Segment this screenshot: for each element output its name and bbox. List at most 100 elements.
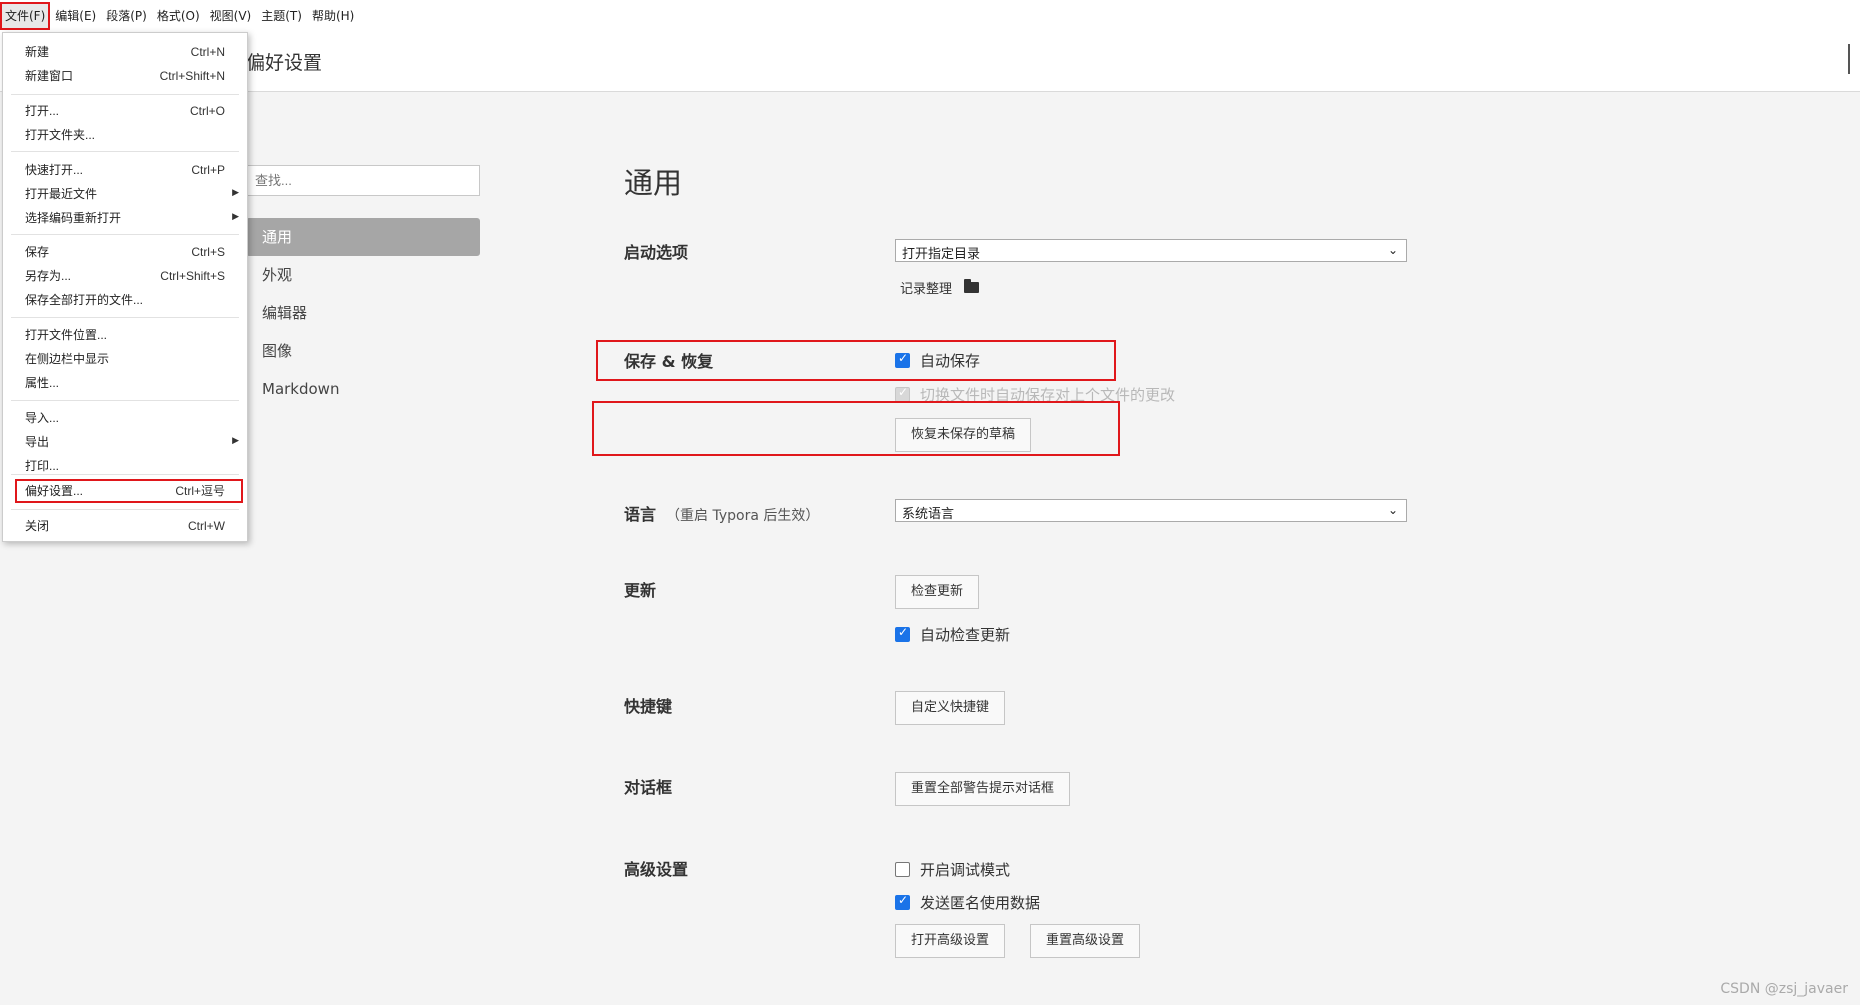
menu-help[interactable]: 帮助(H) bbox=[307, 2, 359, 30]
menu-item-label: 另存为... bbox=[25, 269, 72, 283]
menu-item-shortcut: Ctrl+O bbox=[189, 104, 225, 118]
menu-item-shortcut: Ctrl+Shift+S bbox=[160, 269, 225, 283]
sidebar-item-image[interactable]: 图像 bbox=[246, 332, 480, 370]
sidebar-item-general[interactable]: 通用 bbox=[246, 218, 480, 256]
menu-item-import[interactable]: 导入... bbox=[25, 407, 225, 429]
menu-item-label: 导出 bbox=[25, 435, 50, 449]
menu-item-close[interactable]: 关闭 Ctrl+W bbox=[25, 515, 225, 537]
watermark: CSDN @zsj_javaer bbox=[1720, 981, 1848, 997]
checkbox-checked-icon bbox=[895, 893, 910, 910]
menu-item-open-folder[interactable]: 打开文件夹... bbox=[25, 124, 225, 146]
search-input[interactable] bbox=[246, 165, 480, 196]
language-note: （重启 Typora 后生效） bbox=[666, 508, 820, 524]
menu-separator bbox=[11, 509, 239, 510]
startup-select-value: 打开指定目录 bbox=[902, 247, 981, 262]
anon-data-label: 发送匿名使用数据 bbox=[920, 894, 1041, 912]
menu-item-label: 导入... bbox=[25, 411, 60, 425]
menu-item-shortcut: Ctrl+Shift+N bbox=[159, 69, 225, 83]
debug-mode-label: 开启调试模式 bbox=[920, 861, 1011, 879]
menu-item-label: 新建 bbox=[25, 45, 50, 59]
sidebar-item-markdown[interactable]: Markdown bbox=[246, 370, 480, 408]
menu-item-shortcut: Ctrl+S bbox=[191, 245, 225, 259]
menu-theme[interactable]: 主题(T) bbox=[256, 2, 307, 30]
menu-edit[interactable]: 编辑(E) bbox=[50, 2, 101, 30]
auto-check-update-checkbox[interactable]: 自动检查更新 bbox=[895, 624, 1010, 645]
menu-item-label: 打开文件夹... bbox=[25, 128, 96, 142]
annotation-box-restore bbox=[592, 401, 1120, 456]
menu-item-shortcut: Ctrl+P bbox=[191, 163, 225, 177]
language-select[interactable]: 系统语言 ⌄ bbox=[895, 499, 1407, 522]
anon-data-checkbox[interactable]: 发送匿名使用数据 bbox=[895, 892, 1040, 913]
menu-file[interactable]: 文件(F) bbox=[0, 2, 51, 30]
menu-item-reopen-encoding[interactable]: 选择编码重新打开 bbox=[25, 207, 225, 229]
menu-item-label: 打开最近文件 bbox=[25, 187, 98, 201]
startup-select[interactable]: 打开指定目录 ⌄ bbox=[895, 239, 1407, 262]
sidebar-item-appearance[interactable]: 外观 bbox=[246, 256, 480, 294]
reset-advanced-button[interactable]: 重置高级设置 bbox=[1030, 924, 1141, 958]
menu-item-label: 在侧边栏中显示 bbox=[25, 352, 110, 366]
menu-item-open-location[interactable]: 打开文件位置... bbox=[25, 324, 225, 346]
startup-directory[interactable]: 记录整理 bbox=[900, 278, 980, 297]
menu-item-label: 保存全部打开的文件... bbox=[25, 293, 144, 307]
dialogs-label: 对话框 bbox=[624, 778, 673, 797]
settings-content: 通用 启动选项 打开指定目录 ⌄ 记录整理 保存 & 恢复 自动保存 切换文件时… bbox=[592, 0, 1824, 1005]
menu-item-properties[interactable]: 属性... bbox=[25, 372, 225, 394]
menu-item-label: 保存 bbox=[25, 245, 50, 259]
menu-item-recent-files[interactable]: 打开最近文件 bbox=[25, 183, 225, 205]
menu-item-shortcut: Ctrl+N bbox=[190, 45, 225, 59]
window-edge-bar bbox=[1848, 44, 1850, 74]
check-update-button[interactable]: 检查更新 bbox=[895, 575, 980, 609]
folder-icon[interactable] bbox=[964, 279, 980, 293]
chevron-down-icon: ⌄ bbox=[1387, 503, 1398, 517]
menu-format[interactable]: 格式(O) bbox=[152, 2, 205, 30]
save-restore-label: 保存 & 恢复 bbox=[624, 352, 714, 371]
menu-item-label: 打开... bbox=[25, 104, 60, 118]
checkbox-checked-icon bbox=[895, 625, 910, 642]
custom-shortcuts-button[interactable]: 自定义快捷键 bbox=[895, 691, 1006, 725]
language-label-text: 语言 bbox=[624, 505, 657, 524]
shortcuts-label: 快捷键 bbox=[624, 697, 673, 716]
menu-item-save[interactable]: 保存 Ctrl+S bbox=[25, 241, 225, 263]
startup-directory-name: 记录整理 bbox=[900, 282, 953, 297]
sidebar-nav: 通用 外观 编辑器 图像 Markdown bbox=[246, 218, 480, 408]
menu-separator bbox=[11, 474, 239, 475]
menu-item-open[interactable]: 打开... Ctrl+O bbox=[25, 100, 225, 122]
submenu-arrow-icon: ▶ bbox=[232, 212, 239, 222]
menu-item-show-in-sidebar[interactable]: 在侧边栏中显示 bbox=[25, 348, 225, 370]
autosave-label: 自动保存 bbox=[920, 352, 981, 370]
menu-separator bbox=[11, 400, 239, 401]
sidebar-item-editor[interactable]: 编辑器 bbox=[246, 294, 480, 332]
submenu-arrow-icon: ▶ bbox=[232, 436, 239, 446]
reset-dialogs-button[interactable]: 重置全部警告提示对话框 bbox=[895, 772, 1071, 806]
menu-separator bbox=[11, 317, 239, 318]
menu-item-quick-open[interactable]: 快速打开... Ctrl+P bbox=[25, 159, 225, 181]
autosave-checkbox[interactable]: 自动保存 bbox=[895, 350, 980, 371]
debug-mode-checkbox[interactable]: 开启调试模式 bbox=[895, 859, 1010, 880]
restore-drafts-button[interactable]: 恢复未保存的草稿 bbox=[895, 418, 1032, 452]
update-label: 更新 bbox=[624, 581, 657, 600]
menu-item-save-all[interactable]: 保存全部打开的文件... bbox=[25, 289, 225, 311]
menu-item-export[interactable]: 导出 bbox=[25, 431, 225, 453]
menu-item-new[interactable]: 新建 Ctrl+N bbox=[25, 41, 225, 63]
language-label: 语言 （重启 Typora 后生效） bbox=[624, 501, 819, 525]
open-advanced-button[interactable]: 打开高级设置 bbox=[895, 924, 1006, 958]
file-menu-dropdown: 新建 Ctrl+N 新建窗口 Ctrl+Shift+N 打开... Ctrl+O 打开… bbox=[2, 32, 248, 542]
page-title: 偏好设置 bbox=[246, 52, 323, 74]
annotation-box-preferences bbox=[15, 479, 243, 503]
menu-item-label: 属性... bbox=[25, 376, 60, 390]
menu-paragraph[interactable]: 段落(P) bbox=[101, 2, 152, 30]
checkbox-unchecked-icon bbox=[895, 862, 910, 877]
language-select-value: 系统语言 bbox=[902, 507, 955, 522]
section-heading: 通用 bbox=[624, 166, 683, 200]
menu-item-label: 选择编码重新打开 bbox=[25, 211, 122, 225]
auto-check-update-label: 自动检查更新 bbox=[920, 626, 1011, 644]
menu-separator bbox=[11, 234, 239, 235]
menu-item-label: 新建窗口 bbox=[25, 69, 74, 83]
checkbox-disabled-icon bbox=[895, 385, 910, 402]
menu-item-label: 关闭 bbox=[25, 519, 50, 533]
menu-item-save-as[interactable]: 另存为... Ctrl+Shift+S bbox=[25, 265, 225, 287]
menu-item-label: 快速打开... bbox=[25, 163, 84, 177]
menu-item-shortcut: Ctrl+W bbox=[188, 519, 225, 533]
menu-item-new-window[interactable]: 新建窗口 Ctrl+Shift+N bbox=[25, 65, 225, 87]
menu-view[interactable]: 视图(V) bbox=[205, 2, 257, 30]
